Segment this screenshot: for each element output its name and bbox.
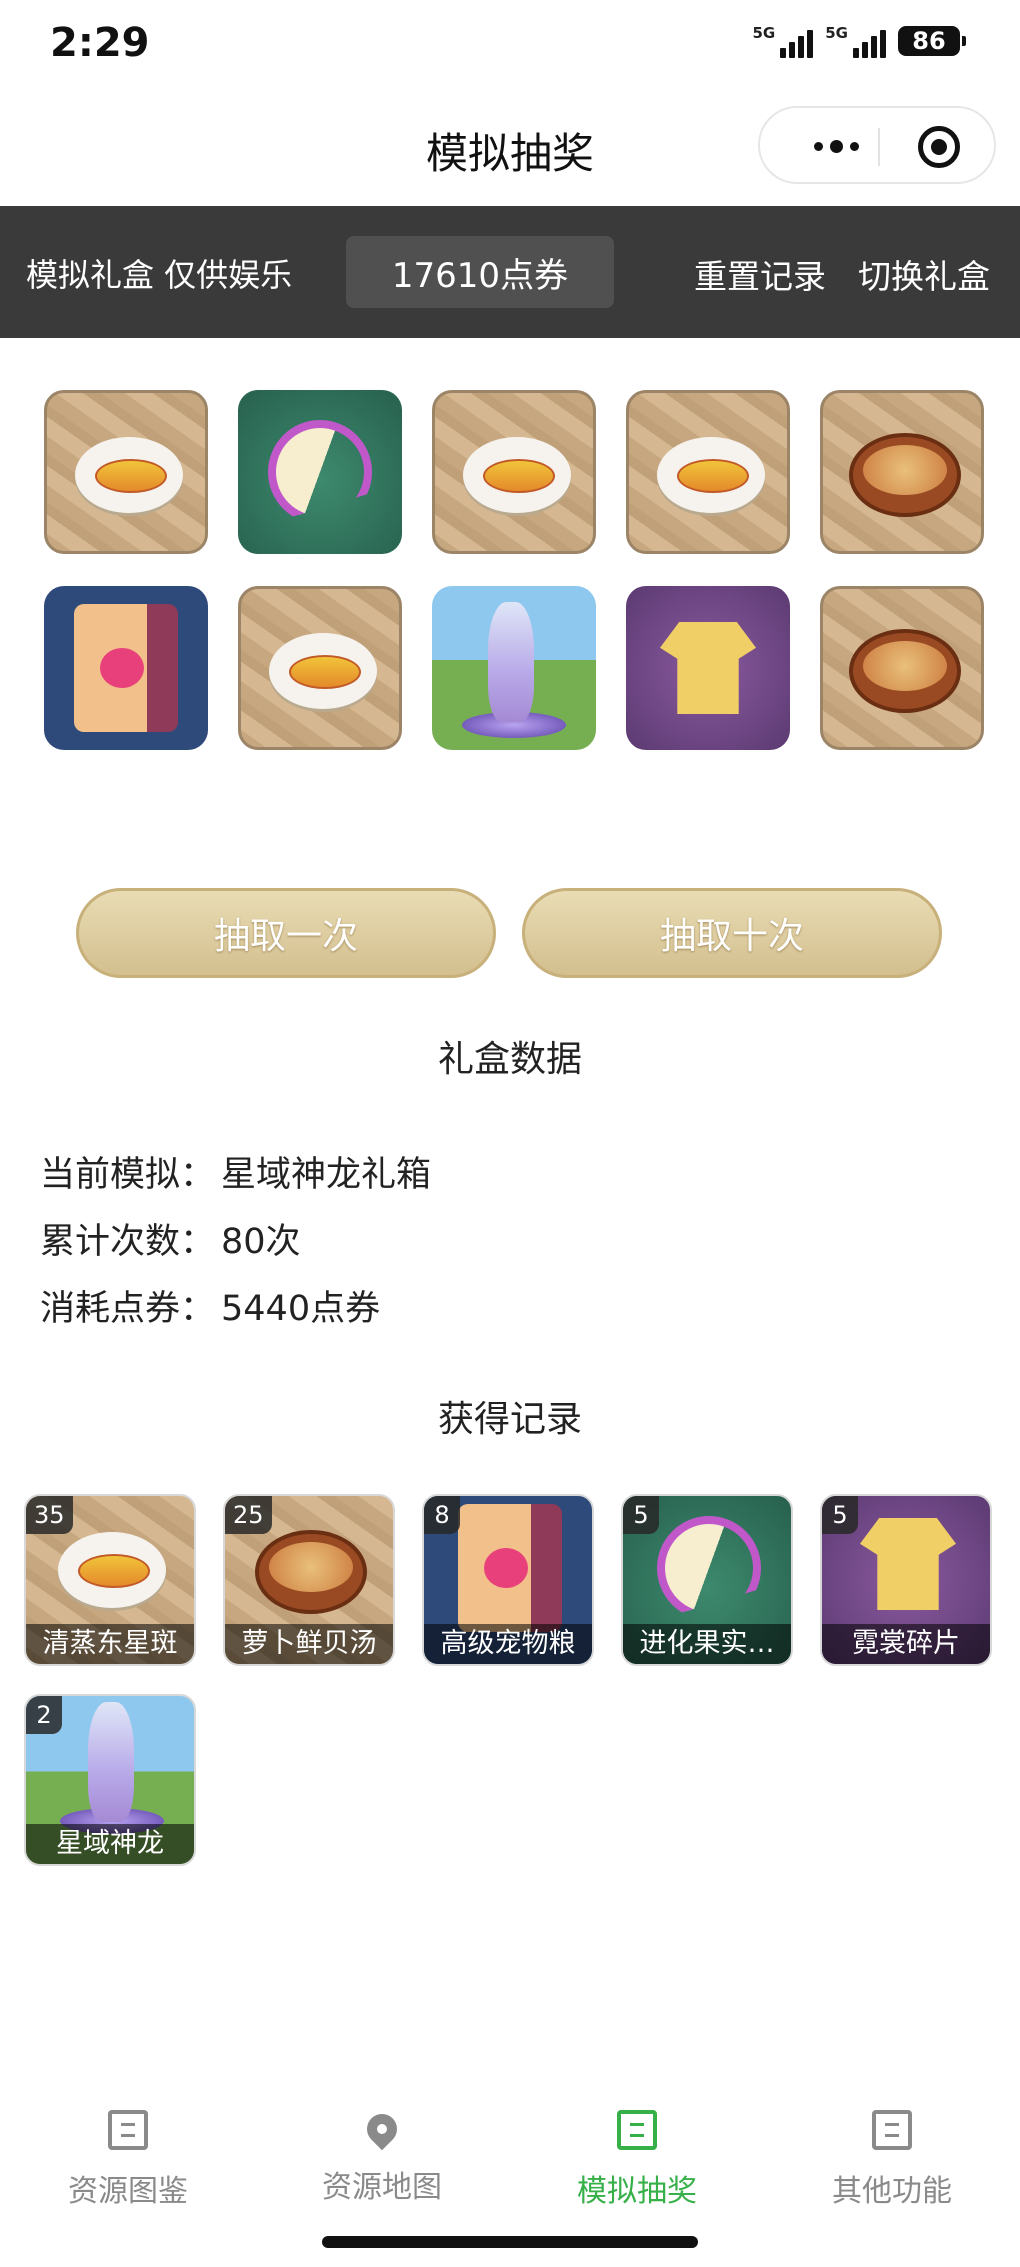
tab-label: 其他功能: [832, 2174, 952, 2209]
record-name: 萝卜鲜贝汤: [225, 1624, 393, 1664]
gift-data-title: 礼盒数据: [437, 1039, 582, 1080]
lemon-slice-icon: [268, 420, 372, 524]
network-type-label: 5G: [752, 24, 776, 42]
reset-records-button[interactable]: 重置记录: [694, 250, 826, 298]
status-bar: 2:29 5G 5G 86: [0, 0, 1020, 90]
points-balance: 17610点券: [346, 236, 614, 308]
record-count: 2: [26, 1696, 62, 1734]
status-time: 2:29: [50, 20, 150, 66]
points-spent-row: 消耗点券： 5440点券: [40, 1280, 380, 1331]
toolbar: 模拟礼盒 仅供娱乐 17610点券 重置记录 切换礼盒: [0, 206, 1020, 338]
total-count-value: 80次: [221, 1222, 301, 1262]
lemon-slice-icon: [657, 1516, 761, 1620]
signal-icon: 5G: [753, 24, 814, 58]
capsule-divider: [878, 128, 880, 166]
record-name: 清蒸东星斑: [26, 1624, 194, 1664]
shirt-icon: [660, 622, 756, 714]
record-item: 2 星域神龙: [24, 1694, 196, 1866]
title-bar: 模拟抽奖: [0, 90, 1020, 206]
points-spent-label: 消耗点券：: [40, 1289, 216, 1329]
fish-dish-tile: [432, 390, 596, 554]
fish-dish-icon: [58, 1532, 166, 1608]
mini-program-capsule: [758, 106, 996, 184]
doc-icon: [108, 2110, 148, 2150]
total-count-label: 累计次数：: [40, 1222, 216, 1262]
record-item: 25 萝卜鲜贝汤: [223, 1494, 395, 1666]
switch-giftbox-button[interactable]: 切换礼盒: [858, 250, 990, 298]
record-name: 进化果实…: [623, 1624, 791, 1664]
more-icon[interactable]: [796, 128, 876, 164]
record-count: 35: [26, 1496, 73, 1534]
map-pin-icon: [360, 2107, 404, 2151]
paw-icon: [484, 1548, 528, 1588]
home-indicator: [322, 2236, 698, 2248]
fish-dish-icon: [75, 437, 183, 513]
points-spent-value: 5440点券: [221, 1289, 381, 1329]
record-name: 高级宠物粮: [424, 1624, 592, 1664]
tab-label: 资源地图: [322, 2170, 442, 2205]
draw-ten-button[interactable]: 抽取十次: [522, 888, 942, 978]
record-name: 星域神龙: [26, 1824, 194, 1864]
record-name: 霓裳碎片: [822, 1624, 990, 1664]
record-count: 25: [225, 1496, 272, 1534]
pet-food-bag-icon: [74, 604, 178, 732]
soup-bowl-icon: [255, 1530, 367, 1614]
record-item: 8 高级宠物粮: [422, 1494, 594, 1666]
record-count: 5: [623, 1496, 659, 1534]
dragon-icon: [488, 602, 534, 722]
tab-other-features[interactable]: 其他功能: [792, 2110, 992, 2210]
doc-icon: [872, 2110, 912, 2150]
tab-resource-catalog[interactable]: 资源图鉴: [28, 2110, 228, 2210]
fish-dish-icon: [657, 437, 765, 513]
soup-bowl-icon: [849, 433, 961, 517]
pet-food-bag-icon: [458, 1504, 562, 1632]
tab-label: 资源图鉴: [68, 2174, 188, 2209]
close-mini-program-icon[interactable]: [918, 126, 960, 168]
fruit-tile: [238, 390, 402, 554]
tab-simulated-draw[interactable]: 模拟抽奖: [537, 2110, 737, 2210]
fish-dish-icon: [463, 437, 571, 513]
soup-tile: [820, 390, 984, 554]
toolbar-subtitle: 模拟礼盒 仅供娱乐: [26, 256, 293, 294]
record-count: 5: [822, 1496, 858, 1534]
current-sim-label: 当前模拟：: [40, 1155, 216, 1195]
dragon-icon: [88, 1702, 134, 1822]
shirt-icon: [860, 1518, 956, 1610]
fish-dish-tile: [44, 390, 208, 554]
tab-resource-map[interactable]: 资源地图: [282, 2107, 482, 2206]
network-type-label: 5G: [825, 24, 848, 42]
soup-tile: [820, 586, 984, 750]
tab-label: 模拟抽奖: [577, 2174, 697, 2209]
records-title: 获得记录: [437, 1399, 582, 1440]
record-count: 8: [424, 1496, 460, 1534]
shirt-tile: [626, 586, 790, 750]
soup-bowl-icon: [849, 629, 961, 713]
status-indicators: 5G 5G 86: [753, 24, 966, 58]
fish-dish-icon: [269, 633, 377, 709]
current-sim-row: 当前模拟： 星域神龙礼箱: [40, 1146, 431, 1197]
current-sim-value: 星域神龙礼箱: [221, 1155, 432, 1195]
dragon-tile: [432, 586, 596, 750]
pet-food-tile: [44, 586, 208, 750]
fish-dish-tile: [238, 586, 402, 750]
bottom-tab-bar: 资源图鉴 资源地图 模拟抽奖 其他功能: [0, 2086, 1020, 2236]
record-item: 35 清蒸东星斑: [24, 1494, 196, 1666]
battery-icon: 86: [898, 26, 966, 56]
doc-icon: [617, 2110, 657, 2150]
paw-icon: [100, 648, 144, 688]
fish-dish-tile: [626, 390, 790, 554]
signal-icon: 5G: [825, 24, 886, 58]
draw-once-button[interactable]: 抽取一次: [76, 888, 496, 978]
total-count-row: 累计次数： 80次: [40, 1213, 301, 1264]
record-item: 5 霓裳碎片: [820, 1494, 992, 1666]
record-item: 5 进化果实…: [621, 1494, 793, 1666]
